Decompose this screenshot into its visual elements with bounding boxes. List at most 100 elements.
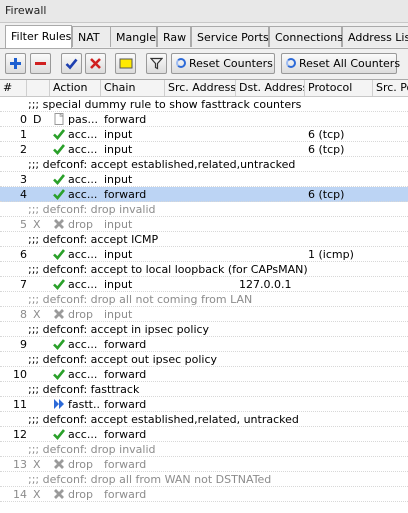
reset-all-counters-label: Reset All Counters: [299, 57, 401, 70]
comment-button[interactable]: [115, 53, 136, 74]
tab-service-ports[interactable]: Service Ports: [191, 26, 269, 47]
rule-row[interactable]: 14 Xdrop forward: [0, 487, 408, 502]
rule-action: acc...: [53, 367, 101, 382]
rule-flag: [33, 187, 47, 202]
rule-comment[interactable]: ;;; defconf: drop invalid: [0, 442, 408, 457]
window-title: Firewall: [5, 4, 47, 17]
rule-flag: [33, 367, 47, 382]
rule-comment[interactable]: ;;; defconf: accept established,related,…: [0, 157, 408, 172]
column-header-src-address[interactable]: Src. Address: [165, 80, 236, 96]
rule-protocol: [308, 277, 372, 292]
rule-protocol: 6 (tcp): [308, 143, 345, 156]
rule-flag: X: [33, 308, 41, 321]
rule-flag: X: [33, 488, 41, 501]
comment-text: ;;; defconf: drop invalid: [28, 203, 156, 216]
rule-flag: [33, 277, 47, 292]
rule-protocol: [308, 307, 372, 322]
rule-row[interactable]: 2 acc... input 6 (tcp): [0, 142, 408, 157]
rule-dst-address: [239, 397, 303, 412]
comment-text: ;;; defconf: drop invalid: [28, 443, 156, 456]
rule-flag: X: [33, 458, 41, 471]
rule-row[interactable]: 11 fastt... forward: [0, 397, 408, 412]
rule-src-address: [168, 487, 234, 502]
drop-icon: [54, 489, 64, 499]
column-header-dst-address[interactable]: Dst. Address: [236, 80, 305, 96]
rule-dst-address: [239, 112, 303, 127]
rule-action-label: drop: [68, 308, 93, 321]
rule-comment[interactable]: ;;; defconf: fasttrack: [0, 382, 408, 397]
accept-icon: [53, 369, 66, 380]
tab-raw[interactable]: Raw: [157, 26, 191, 47]
rule-action: acc...: [53, 187, 101, 202]
rule-row[interactable]: 13 Xdrop forward: [0, 457, 408, 472]
rule-chain: forward: [104, 338, 147, 351]
rule-comment[interactable]: ;;; defconf: accept ICMP: [0, 232, 408, 247]
remove-button[interactable]: [30, 53, 51, 74]
rule-action: acc...: [53, 277, 101, 292]
rule-comment[interactable]: ;;; special dummy rule to show fasttrack…: [0, 97, 408, 112]
rule-row[interactable]: 3 acc... input: [0, 172, 408, 187]
rule-dst-address: [239, 487, 303, 502]
rule-row[interactable]: 9 acc... forward: [0, 337, 408, 352]
rule-comment[interactable]: ;;; defconf: accept out ipsec policy: [0, 352, 408, 367]
rule-row[interactable]: 1 acc... input 6 (tcp): [0, 127, 408, 142]
rule-src-address: [168, 187, 234, 202]
rule-protocol: [308, 112, 372, 127]
rule-chain: forward: [104, 458, 147, 471]
rule-action-label: drop: [68, 458, 93, 471]
rule-action-label: acc...: [68, 143, 98, 156]
column-header-src-port[interactable]: Src. Port: [373, 80, 408, 96]
rule-action: pas...: [53, 112, 101, 127]
tab-filter-rules[interactable]: Filter Rules: [5, 25, 72, 48]
rule-comment[interactable]: ;;; defconf: accept in ipsec policy: [0, 322, 408, 337]
enable-button[interactable]: [61, 53, 82, 74]
add-button[interactable]: [5, 53, 26, 74]
filter-button[interactable]: [146, 53, 167, 74]
rule-comment[interactable]: ;;; defconf: drop all not coming from LA…: [0, 292, 408, 307]
tab-mangle[interactable]: Mangle: [110, 26, 157, 47]
rule-row[interactable]: 12 acc... forward: [0, 427, 408, 442]
rule-src-address: [168, 397, 234, 412]
rule-comment[interactable]: ;;; defconf: drop all from WAN not DSTNA…: [0, 472, 408, 487]
rule-action-label: drop: [68, 218, 93, 231]
accept-icon: [53, 129, 66, 140]
tab-address-lists[interactable]: Address Lists: [342, 26, 408, 47]
rule-src-address: [168, 217, 234, 232]
disable-button[interactable]: [85, 53, 106, 74]
rule-chain: forward: [104, 188, 147, 201]
rule-comment[interactable]: ;;; defconf: accept established,related,…: [0, 412, 408, 427]
rule-dst-address: 127.0.0.1: [239, 278, 292, 291]
rule-src-address: [168, 127, 234, 142]
rule-row[interactable]: 6 acc... input 1 (icmp): [0, 247, 408, 262]
remove-icon: [35, 62, 46, 65]
rule-action: drop: [53, 487, 101, 502]
rule-comment[interactable]: ;;; defconf: drop invalid: [0, 202, 408, 217]
accept-icon: [53, 339, 66, 350]
tab-connections[interactable]: Connections: [269, 26, 343, 47]
comment-text: ;;; defconf: accept ICMP: [28, 233, 159, 246]
column-header-protocol[interactable]: Protocol: [305, 80, 373, 96]
tab-nat[interactable]: NAT: [72, 26, 112, 47]
reset-icon: [286, 58, 296, 68]
accept-icon: [53, 279, 66, 290]
rule-row[interactable]: 7 acc... input 127.0.0.1: [0, 277, 408, 292]
rule-chain: forward: [104, 368, 147, 381]
rule-action: acc...: [53, 247, 101, 262]
rule-row[interactable]: 5 Xdrop input: [0, 217, 408, 232]
reset-icon: [176, 58, 186, 68]
rule-comment[interactable]: ;;; defconf: accept to local loopback (f…: [0, 262, 408, 277]
reset-all-counters-button[interactable]: Reset All Counters: [281, 53, 401, 74]
column-header-action[interactable]: Action: [50, 80, 101, 96]
rule-row[interactable]: 10 acc... forward: [0, 367, 408, 382]
column-header-flags[interactable]: [27, 80, 50, 96]
reset-counters-button[interactable]: Reset Counters: [171, 53, 275, 74]
rule-row[interactable]: 4 acc... forward 6 (tcp): [0, 187, 408, 202]
column-header-num[interactable]: #: [0, 80, 27, 96]
rule-row[interactable]: 8 Xdrop input: [0, 307, 408, 322]
rule-row[interactable]: 0 Dpas... forward: [0, 112, 408, 127]
rule-chain: input: [104, 173, 133, 186]
column-header-chain[interactable]: Chain: [101, 80, 165, 96]
rule-flag: [33, 247, 47, 262]
rule-action-label: acc...: [68, 428, 98, 441]
rule-action: acc...: [53, 127, 101, 142]
